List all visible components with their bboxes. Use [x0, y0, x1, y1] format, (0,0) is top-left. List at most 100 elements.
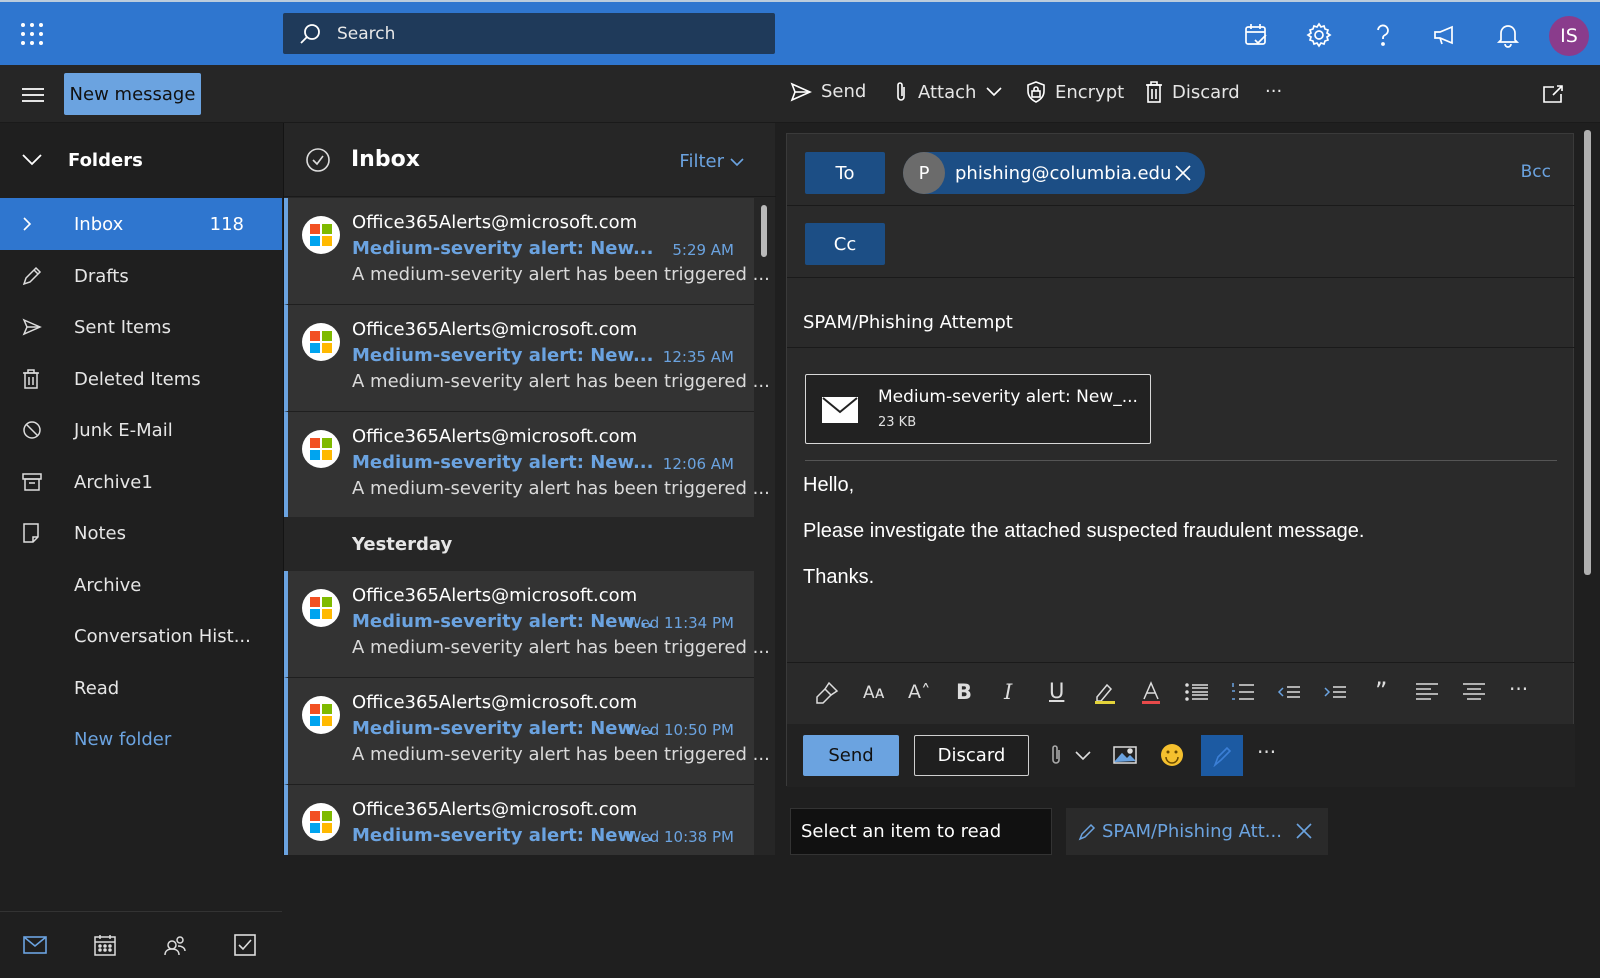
more-commands-button[interactable]: ··· [1265, 81, 1282, 102]
body-line: Hello, [803, 474, 855, 496]
sidebar-item-notes[interactable]: Notes [0, 507, 282, 559]
numbering-icon[interactable] [1231, 681, 1255, 703]
sidebar-item-label: Junk E-Mail [74, 419, 173, 441]
to-button[interactable]: To [805, 152, 885, 194]
subject-field[interactable]: SPAM/Phishing Attempt [803, 312, 1013, 333]
discard-button[interactable]: Discard [914, 735, 1029, 776]
cc-button[interactable]: Cc [805, 223, 885, 265]
divider [787, 347, 1575, 348]
message-row[interactable]: Office365Alerts@microsoft.com Medium-sev… [284, 305, 770, 412]
sidebar-item-label: Inbox [74, 213, 124, 235]
message-time: 12:06 AM [662, 455, 734, 473]
signature-button[interactable] [1201, 735, 1243, 776]
insert-picture-icon[interactable] [1113, 746, 1137, 764]
help-icon[interactable] [1370, 22, 1396, 48]
decrease-indent-icon[interactable] [1277, 681, 1301, 703]
message-list-header: Inbox Filter [284, 123, 776, 197]
recipient-chip[interactable]: P phishing@columbia.edu [903, 152, 1205, 194]
search-icon [300, 23, 320, 44]
folders-header[interactable]: Folders [0, 140, 282, 180]
message-time: 5:29 AM [672, 241, 734, 259]
sidebar-item-label: Drafts [74, 265, 129, 287]
bullets-icon[interactable] [1185, 681, 1209, 703]
message-list-scrollbar[interactable] [761, 205, 767, 257]
encrypt-command-button[interactable]: Encrypt [1026, 81, 1124, 103]
increase-indent-icon[interactable] [1323, 681, 1347, 703]
settings-gear-icon[interactable] [1306, 22, 1332, 48]
chevron-down-icon[interactable] [1075, 751, 1091, 761]
sidebar-item-drafts[interactable]: Drafts [0, 250, 282, 302]
highlight-icon[interactable] [1093, 681, 1117, 705]
sidebar-item-archive[interactable]: Archive [0, 559, 282, 611]
select-all-check-icon[interactable] [306, 147, 330, 172]
checkbox-tasks-icon [234, 934, 256, 956]
chevron-right-icon [23, 217, 32, 231]
font-color-icon[interactable] [1141, 681, 1161, 705]
filter-label: Filter [679, 151, 724, 172]
app-launcher-icon[interactable] [20, 22, 44, 46]
new-folder-link[interactable]: New folder [0, 713, 282, 765]
chevron-down-icon[interactable] [986, 87, 1003, 97]
filter-button[interactable]: Filter [679, 151, 744, 172]
italic-icon[interactable]: I [1004, 680, 1012, 704]
font-size-icon[interactable]: Aᴀ [863, 683, 885, 703]
discard-command-button[interactable]: Discard [1145, 81, 1240, 103]
sidebar-item-conversation-history[interactable]: Conversation Hist... [0, 610, 282, 662]
sidebar-item-deleted-items[interactable]: Deleted Items [0, 353, 282, 405]
paperclip-icon[interactable] [1049, 744, 1063, 766]
quote-icon[interactable]: ” [1375, 677, 1387, 705]
sidebar-item-archive1[interactable]: Archive1 [0, 456, 282, 508]
search-box[interactable]: Search [283, 13, 775, 54]
chevron-down-icon [22, 154, 42, 166]
feedback-megaphone-icon[interactable] [1432, 22, 1458, 48]
sidebar-item-sent-items[interactable]: Sent Items [0, 301, 282, 353]
tasks-module-button[interactable] [210, 934, 280, 956]
sidebar-item-inbox[interactable]: Inbox 118 [0, 198, 282, 250]
message-row[interactable]: Office365Alerts@microsoft.com Medium-sev… [284, 412, 770, 519]
body-line: Please investigate the attached suspecte… [803, 520, 1365, 542]
grow-font-icon[interactable]: A˄ [908, 681, 931, 703]
emoji-icon[interactable] [1160, 743, 1184, 767]
underline-icon[interactable]: U [1049, 679, 1064, 703]
note-icon [23, 523, 39, 543]
calendar-module-button[interactable] [70, 934, 140, 956]
discard-command-label: Discard [1172, 81, 1240, 103]
sidebar-item-label: Deleted Items [74, 368, 201, 390]
close-tab-icon[interactable] [1296, 823, 1312, 839]
people-module-button[interactable] [140, 934, 210, 956]
pencil-icon [22, 266, 42, 286]
send-button[interactable]: Send [803, 735, 899, 776]
message-row[interactable]: Office365Alerts@microsoft.com Medium-sev… [284, 678, 770, 785]
format-painter-icon[interactable] [815, 681, 839, 705]
pop-out-icon[interactable] [1542, 84, 1564, 104]
mail-module-button[interactable] [0, 936, 70, 954]
my-day-icon[interactable] [1243, 22, 1269, 48]
sidebar-item-junk-email[interactable]: Junk E-Mail [0, 404, 282, 456]
message-row[interactable]: Office365Alerts@microsoft.com Medium-sev… [284, 785, 754, 855]
new-message-button[interactable]: New message [64, 73, 201, 115]
sidebar-item-read[interactable]: Read [0, 662, 282, 714]
message-preview: A medium-severity alert has been trigger… [352, 478, 770, 499]
reading-pane-tab[interactable]: Select an item to read [790, 808, 1052, 855]
attachment-card[interactable]: Medium-severity alert: New_... 23 KB [805, 374, 1151, 444]
user-avatar[interactable]: IS [1549, 16, 1589, 56]
folders-label: Folders [68, 149, 143, 171]
message-row[interactable]: Office365Alerts@microsoft.com Medium-sev… [284, 571, 770, 678]
search-input[interactable]: Search [337, 24, 395, 44]
hamburger-menu-icon[interactable] [22, 87, 44, 103]
microsoft-logo-icon [302, 803, 340, 841]
send-command-button[interactable]: Send [790, 81, 866, 102]
more-formatting-button[interactable]: ··· [1509, 677, 1528, 701]
compose-scrollbar[interactable] [1584, 130, 1591, 575]
draft-tab[interactable]: SPAM/Phishing Att... [1066, 808, 1328, 855]
notifications-bell-icon[interactable] [1495, 22, 1521, 48]
more-options-button[interactable]: ··· [1257, 740, 1276, 764]
bcc-link[interactable]: Bcc [1521, 162, 1551, 182]
message-row[interactable]: Office365Alerts@microsoft.com Medium-sev… [284, 198, 770, 305]
new-folder-label: New folder [74, 728, 172, 750]
attach-command-button[interactable]: Attach [893, 81, 1011, 103]
align-center-icon[interactable] [1462, 681, 1486, 703]
remove-recipient-close-icon[interactable] [1175, 165, 1191, 181]
bold-icon[interactable]: B [956, 680, 972, 704]
align-left-icon[interactable] [1415, 681, 1439, 703]
